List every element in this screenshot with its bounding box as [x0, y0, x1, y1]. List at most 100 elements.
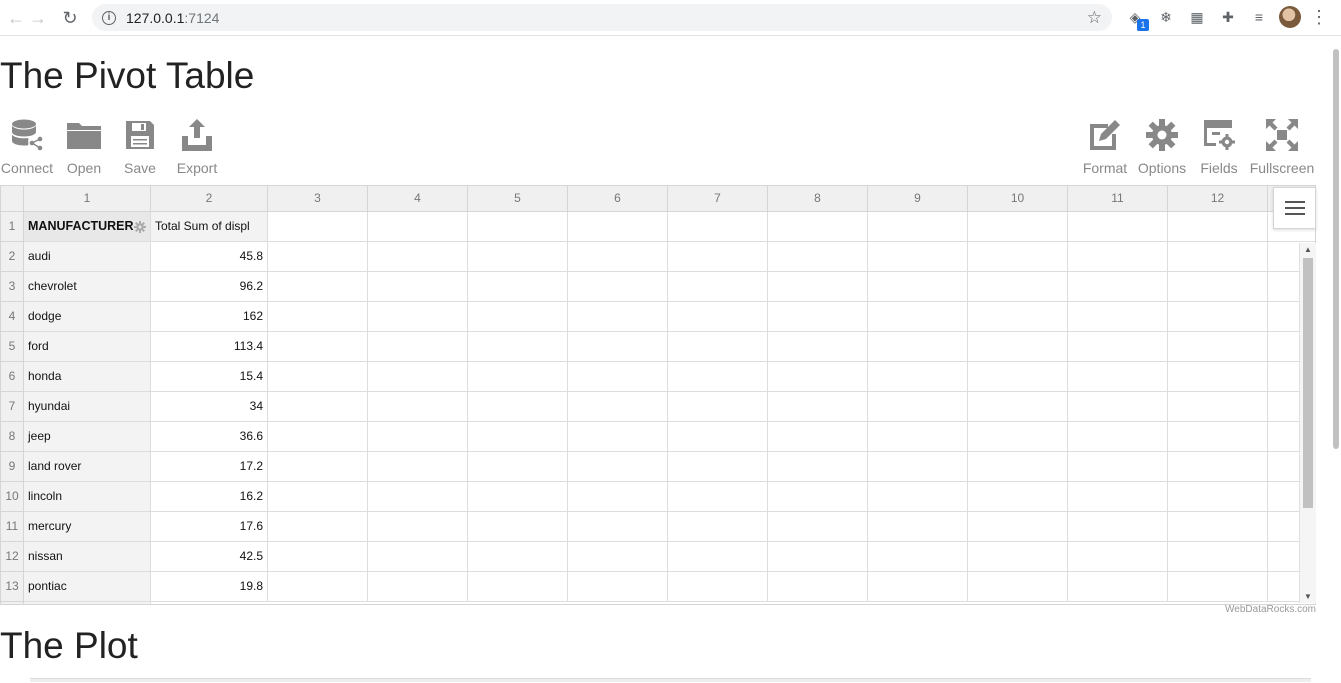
value-cell[interactable]: 42.5 [151, 542, 268, 572]
empty-cell[interactable] [868, 422, 968, 452]
empty-cell[interactable] [768, 302, 868, 332]
empty-cell[interactable] [568, 482, 668, 512]
empty-cell[interactable] [768, 212, 868, 242]
empty-cell[interactable] [268, 302, 368, 332]
extension-satellite-icon[interactable]: ❄ [1155, 6, 1177, 28]
empty-cell[interactable] [568, 572, 668, 602]
column-header[interactable]: 6 [568, 186, 668, 212]
empty-cell[interactable] [568, 212, 668, 242]
empty-cell[interactable] [468, 392, 568, 422]
row-label-cell[interactable]: nissan [24, 542, 151, 572]
empty-cell[interactable] [968, 512, 1068, 542]
empty-cell[interactable] [1068, 212, 1168, 242]
empty-cell[interactable] [1168, 302, 1268, 332]
row-header[interactable]: 6 [1, 362, 24, 392]
empty-cell[interactable] [268, 332, 368, 362]
row-header[interactable]: 8 [1, 422, 24, 452]
empty-cell[interactable] [768, 272, 868, 302]
bookmark-star-icon[interactable]: ☆ [1087, 8, 1102, 28]
reload-icon[interactable]: ↻ [54, 2, 86, 34]
empty-cell[interactable] [968, 422, 1068, 452]
empty-cell[interactable] [368, 392, 468, 422]
empty-cell[interactable] [568, 392, 668, 422]
empty-cell[interactable] [368, 512, 468, 542]
empty-cell[interactable] [268, 272, 368, 302]
row-field-header[interactable]: MANUFACTURER [24, 212, 151, 242]
row-header[interactable]: 3 [1, 272, 24, 302]
empty-cell[interactable] [568, 422, 668, 452]
empty-cell[interactable] [1168, 272, 1268, 302]
column-header[interactable]: 2 [151, 186, 268, 212]
empty-cell[interactable] [268, 542, 368, 572]
empty-cell[interactable] [1068, 452, 1168, 482]
row-header[interactable]: 1 [1, 212, 24, 242]
empty-cell[interactable] [768, 572, 868, 602]
column-header[interactable]: 1 [24, 186, 151, 212]
row-header[interactable] [1, 602, 24, 604]
empty-cell[interactable] [468, 212, 568, 242]
row-label-cell[interactable]: dodge [24, 302, 151, 332]
empty-cell[interactable] [868, 452, 968, 482]
column-header[interactable]: 5 [468, 186, 568, 212]
empty-cell[interactable] [968, 332, 1068, 362]
value-cell[interactable]: 96.2 [151, 272, 268, 302]
empty-cell[interactable] [1168, 422, 1268, 452]
empty-cell[interactable] [968, 272, 1068, 302]
value-cell[interactable]: 16.2 [151, 482, 268, 512]
row-header[interactable]: 11 [1, 512, 24, 542]
column-header[interactable]: 7 [668, 186, 768, 212]
value-cell[interactable]: 36.6 [151, 422, 268, 452]
value-cell[interactable]: 17.6 [151, 512, 268, 542]
empty-cell[interactable] [368, 542, 468, 572]
column-header[interactable]: 12 [1168, 186, 1268, 212]
profile-avatar[interactable] [1279, 6, 1301, 28]
grid-vertical-scrollbar[interactable]: ▲ ▼ [1299, 243, 1316, 603]
column-header[interactable]: 3 [268, 186, 368, 212]
empty-cell[interactable] [368, 452, 468, 482]
empty-cell[interactable] [768, 362, 868, 392]
empty-cell[interactable] [1168, 512, 1268, 542]
row-label-cell[interactable]: jeep [24, 422, 151, 452]
empty-cell[interactable] [868, 512, 968, 542]
empty-cell[interactable] [468, 302, 568, 332]
empty-cell[interactable] [668, 542, 768, 572]
empty-cell[interactable] [768, 452, 868, 482]
empty-cell[interactable] [268, 482, 368, 512]
grid-menu-button[interactable] [1273, 187, 1316, 229]
empty-cell[interactable] [1168, 332, 1268, 362]
empty-cell[interactable] [768, 482, 868, 512]
row-header[interactable]: 4 [1, 302, 24, 332]
scroll-thumb[interactable] [1303, 258, 1313, 508]
empty-cell[interactable] [268, 212, 368, 242]
row-label-cell[interactable]: audi [24, 242, 151, 272]
page-scroll-thumb[interactable] [1333, 49, 1339, 449]
empty-cell[interactable] [668, 272, 768, 302]
connect-button[interactable]: Connect [0, 115, 57, 176]
empty-cell[interactable] [468, 422, 568, 452]
row-label-cell[interactable]: ford [24, 332, 151, 362]
empty-cell[interactable] [768, 392, 868, 422]
scroll-down-arrow-icon[interactable]: ▼ [1304, 592, 1312, 601]
page-scrollbar[interactable] [1331, 37, 1341, 683]
row-header[interactable]: 7 [1, 392, 24, 422]
empty-cell[interactable] [1068, 302, 1168, 332]
empty-cell[interactable] [668, 362, 768, 392]
empty-cell[interactable] [668, 572, 768, 602]
empty-cell[interactable] [368, 332, 468, 362]
empty-cell[interactable] [368, 242, 468, 272]
empty-cell[interactable] [1168, 452, 1268, 482]
empty-cell[interactable] [568, 242, 668, 272]
empty-cell[interactable] [268, 512, 368, 542]
empty-cell[interactable] [1068, 332, 1168, 362]
row-header[interactable]: 2 [1, 242, 24, 272]
export-button[interactable]: Export [167, 115, 227, 176]
empty-cell[interactable] [968, 242, 1068, 272]
empty-cell[interactable] [1068, 572, 1168, 602]
row-header[interactable]: 9 [1, 452, 24, 482]
empty-cell[interactable] [1068, 542, 1168, 572]
empty-cell[interactable] [268, 242, 368, 272]
empty-cell[interactable] [368, 272, 468, 302]
empty-cell[interactable] [268, 392, 368, 422]
empty-cell[interactable] [868, 362, 968, 392]
empty-cell[interactable] [1168, 572, 1268, 602]
